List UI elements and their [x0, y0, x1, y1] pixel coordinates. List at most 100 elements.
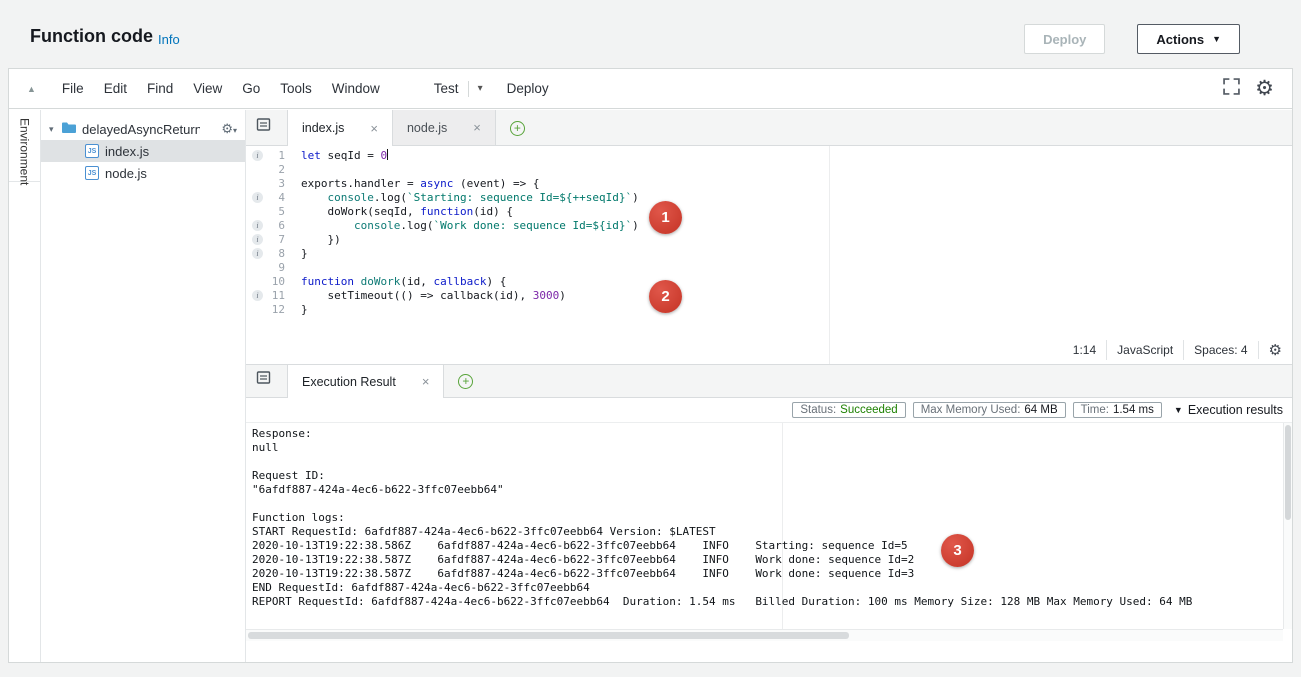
caret-down-icon: ▼ [1174, 405, 1183, 415]
header-actions: Deploy Actions ▼ [1024, 24, 1240, 54]
environment-tab-label: Environment [18, 118, 32, 185]
result-badges-row: Status:SucceededMax Memory Used:64 MBTim… [246, 398, 1292, 423]
code-text: } [292, 247, 308, 261]
annotation-callout-3: 3 [941, 534, 974, 567]
actions-button-label: Actions [1156, 32, 1204, 47]
results-panel: Execution Result × + Status:SucceededMax… [246, 364, 1292, 662]
code-editor[interactable]: i1let seqId = 023exports.handler = async… [246, 146, 1292, 364]
editor-settings-gear-icon[interactable]: ⚙ [1258, 341, 1284, 359]
menu-item-file[interactable]: File [52, 81, 94, 96]
line-number[interactable]: i6 [246, 219, 292, 233]
tab-label: index.js [302, 121, 344, 135]
new-tab-icon[interactable]: + [510, 121, 525, 136]
menu-item-go[interactable]: Go [232, 81, 270, 96]
status-indentation[interactable]: Spaces: 4 [1183, 340, 1257, 360]
folder-caret-icon[interactable]: ▾ [49, 124, 61, 135]
close-icon[interactable]: × [473, 120, 481, 135]
close-icon[interactable]: × [422, 374, 430, 389]
annotation-callout-1: 1 [649, 201, 682, 234]
line-number[interactable]: 5 [246, 205, 292, 219]
code-line: 9 [246, 261, 1292, 275]
menu-item-view[interactable]: View [183, 81, 232, 96]
menu-item-edit[interactable]: Edit [94, 81, 137, 96]
tree-file-index.js[interactable]: JS index.js [41, 140, 245, 162]
line-number[interactable]: i11 [246, 289, 292, 303]
tab-list-icon[interactable] [256, 117, 271, 137]
folder-name: delayedAsyncReturn [82, 122, 200, 137]
status-language[interactable]: JavaScript [1106, 340, 1183, 360]
code-text: doWork(seqId, function(id) { [292, 205, 513, 219]
js-file-icon: JS [85, 144, 99, 158]
status-cursor-position[interactable]: 1:14 [1063, 340, 1106, 360]
menu-item-window[interactable]: Window [322, 81, 390, 96]
deploy-button[interactable]: Deploy [1024, 24, 1105, 54]
settings-gear-icon[interactable]: ⚙ [1255, 78, 1274, 99]
menu-bar: ▲ FileEditFindViewGoToolsWindow Test ▾ D… [9, 69, 1292, 109]
test-caret-icon[interactable]: ▾ [478, 83, 483, 94]
caret-down-icon: ▼ [1212, 34, 1221, 44]
menu-test-button[interactable]: Test [434, 81, 459, 96]
execution-results-toggle[interactable]: ▼ Execution results [1174, 403, 1283, 417]
line-number[interactable]: i1 [246, 149, 292, 163]
code-line: 12} [246, 303, 1292, 317]
close-icon[interactable]: × [370, 121, 378, 136]
code-text: let seqId = 0 [292, 149, 388, 163]
environment-tab[interactable]: Environment [9, 110, 40, 182]
scrollbar-thumb[interactable] [248, 632, 849, 639]
editor-tab-node.js[interactable]: node.js × [393, 110, 496, 145]
horizontal-scrollbar[interactable] [246, 629, 1283, 641]
fullscreen-icon[interactable] [1223, 78, 1240, 100]
execution-result-tab[interactable]: Execution Result × [287, 365, 444, 398]
execution-output: Response: null Request ID: "6afdf887-424… [246, 423, 1292, 629]
line-number[interactable]: i8 [246, 247, 292, 261]
line-number[interactable]: 3 [246, 177, 292, 191]
tab-label: node.js [407, 121, 447, 135]
collapse-panel-icon[interactable]: ▲ [27, 84, 36, 94]
page-header: Function code Info Deploy Actions ▼ [0, 0, 1301, 68]
status-badge: Max Memory Used:64 MB [913, 402, 1066, 418]
menu-item-tools[interactable]: Tools [270, 81, 322, 96]
editor-tab-index.js[interactable]: index.js × [287, 110, 393, 146]
tree-settings-gear-icon[interactable]: ⚙▾ [221, 121, 237, 137]
code-lines: i1let seqId = 023exports.handler = async… [246, 149, 1292, 317]
text-cursor [387, 149, 388, 160]
editor-panel: ▲ FileEditFindViewGoToolsWindow Test ▾ D… [8, 68, 1293, 663]
results-tab-bar: Execution Result × + [246, 365, 1292, 398]
code-text: exports.handler = async (event) => { [292, 177, 539, 191]
info-annotation-icon: i [252, 290, 263, 301]
vertical-scrollbar[interactable] [1283, 423, 1292, 629]
divider [468, 81, 469, 97]
code-line: i1let seqId = 0 [246, 149, 1292, 163]
line-number[interactable]: 10 [246, 275, 292, 289]
editor-region: index.js×node.js× + i1let seqId = 023exp… [246, 110, 1292, 662]
status-badges: Status:SucceededMax Memory Used:64 MBTim… [792, 402, 1162, 418]
scrollbar-thumb[interactable] [1285, 425, 1291, 520]
menu-deploy-button[interactable]: Deploy [507, 81, 549, 96]
line-number[interactable]: 12 [246, 303, 292, 317]
code-text: }) [292, 233, 341, 247]
info-annotation-icon: i [252, 220, 263, 231]
line-number[interactable]: i7 [246, 233, 292, 247]
line-number[interactable]: i4 [246, 191, 292, 205]
tree-file-node.js[interactable]: JSnode.js [41, 162, 245, 184]
file-name: node.js [105, 166, 147, 181]
info-link[interactable]: Info [158, 32, 180, 47]
tree-folder-row[interactable]: ▾ delayedAsyncReturn ⚙▾ [41, 118, 245, 140]
file-name: index.js [105, 144, 149, 159]
line-number[interactable]: 2 [246, 163, 292, 177]
code-text: console.log(`Starting: sequence Id=${++s… [292, 191, 639, 205]
actions-button[interactable]: Actions ▼ [1137, 24, 1240, 54]
menu-bar-right: ⚙ [1223, 78, 1274, 100]
code-line: i4 console.log(`Starting: sequence Id=${… [246, 191, 1292, 205]
menu-item-find[interactable]: Find [137, 81, 183, 96]
tab-list-icon[interactable] [256, 370, 271, 390]
annotation-callout-2: 2 [649, 280, 682, 313]
code-line: i7 }) [246, 233, 1292, 247]
new-tab-icon[interactable]: + [458, 374, 473, 389]
info-annotation-icon: i [252, 192, 263, 203]
code-text: function doWork(id, callback) { [292, 275, 506, 289]
code-line: i6 console.log(`Work done: sequence Id=$… [246, 219, 1292, 233]
code-line: 10function doWork(id, callback) { [246, 275, 1292, 289]
folder-icon [61, 121, 77, 137]
line-number[interactable]: 9 [246, 261, 292, 275]
